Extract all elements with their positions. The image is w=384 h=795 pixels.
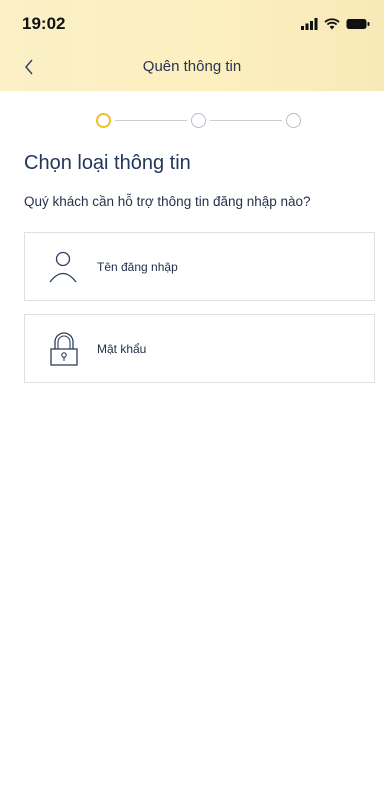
option-username[interactable]: Tên đăng nhập [24, 232, 375, 301]
status-time: 19:02 [22, 14, 66, 33]
wifi-icon [324, 18, 340, 30]
step-connector [210, 120, 282, 121]
status-bar: 19:02 [0, 0, 384, 48]
lock-icon [50, 332, 78, 366]
user-icon [49, 251, 77, 283]
step-2-dot [191, 113, 206, 128]
step-3-dot [286, 113, 301, 128]
step-connector [115, 120, 187, 121]
option-label: Mật khẩu [97, 341, 147, 356]
step-indicator [96, 113, 306, 129]
nav-bar: Quên thông tin [0, 48, 384, 88]
signal-icon [301, 18, 318, 30]
step-1-dot [96, 113, 111, 128]
section-subtitle: Quý khách cần hỗ trợ thông tin đăng nhập… [24, 194, 311, 209]
section-title: Chọn loại thông tin [24, 152, 191, 174]
status-icons [301, 17, 370, 31]
header-background: 19:02 Quên thông tin [0, 0, 384, 91]
battery-icon [346, 19, 370, 29]
option-label: Tên đăng nhập [97, 259, 178, 274]
option-password[interactable]: Mật khẩu [24, 314, 375, 383]
page-title: Quên thông tin [142, 58, 242, 75]
